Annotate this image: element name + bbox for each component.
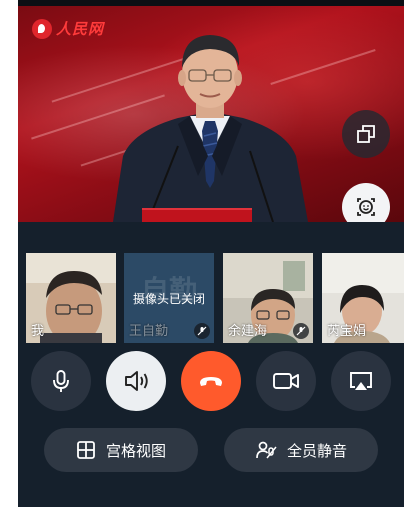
video-camera-icon <box>273 373 299 389</box>
screen-cast-icon <box>350 372 372 390</box>
grid-view-button[interactable]: 宫格视图 <box>44 428 198 472</box>
microphone-button[interactable] <box>31 351 91 411</box>
mic-muted-icon <box>293 323 309 339</box>
camera-switch-icon <box>357 125 375 143</box>
grid-icon <box>77 441 95 459</box>
participant-tile[interactable]: 芮宝娟 <box>322 253 404 343</box>
mute-all-label: 全员静音 <box>286 441 347 460</box>
screen-share-button[interactable] <box>331 351 391 411</box>
participant-tile[interactable]: 余建海 <box>223 253 313 343</box>
hang-up-icon <box>200 377 222 386</box>
participant-name: 我 <box>31 324 45 339</box>
grid-view-label: 宫格视图 <box>105 441 166 460</box>
camera-button[interactable] <box>256 351 316 411</box>
participant-tile[interactable]: 自勤 摄像头已关闭 王自勤 <box>124 253 214 343</box>
face-smile-icon <box>357 198 375 216</box>
microphone-icon <box>53 370 69 392</box>
participant-name: 余建海 <box>228 324 268 339</box>
mic-muted-icon <box>194 323 210 339</box>
mute-all-icon <box>256 441 277 459</box>
speaker-icon <box>125 371 148 391</box>
mute-all-button[interactable]: 全员静音 <box>224 428 378 472</box>
speaker-button[interactable] <box>106 351 166 411</box>
video-call-screen: 人民网 我 自勤 摄像头已关闭 王自勤 余建海 芮宝娟 宫格视图 全员静音 <box>18 0 404 507</box>
hang-up-button[interactable] <box>181 351 241 411</box>
camera-off-text: 摄像头已关闭 <box>132 292 205 306</box>
participant-name: 芮宝娟 <box>327 324 367 339</box>
participant-strip[interactable]: 我 自勤 摄像头已关闭 王自勤 余建海 芮宝娟 <box>26 253 404 343</box>
switch-camera-button[interactable] <box>342 110 390 158</box>
main-video[interactable]: 人民网 <box>18 6 404 222</box>
participant-tile[interactable]: 我 <box>26 253 116 343</box>
podium <box>142 208 252 222</box>
speaker-figure <box>113 35 308 222</box>
participant-name: 王自勤 <box>129 324 169 339</box>
